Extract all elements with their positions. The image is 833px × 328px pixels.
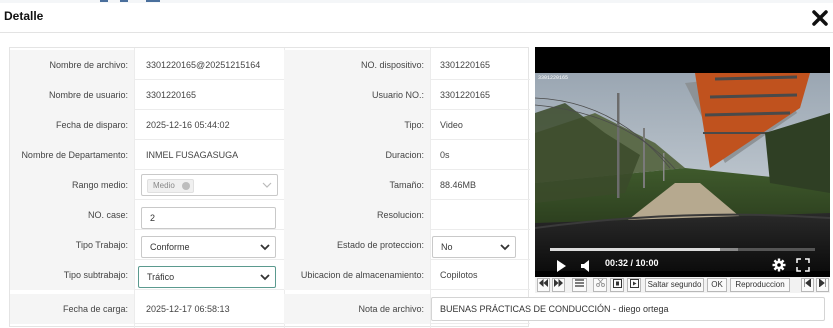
user-no-label: Usuario NO.:: [284, 80, 430, 110]
trigger-date-value: 2025-12-16 05:44:02: [146, 120, 230, 130]
fullscreen-icon[interactable]: [796, 258, 810, 277]
ok-button[interactable]: OK: [707, 278, 727, 292]
remove-tag-icon[interactable]: [181, 182, 190, 190]
list-icon[interactable]: [572, 278, 587, 292]
device-no-label: NO. dispositivo:: [284, 50, 430, 80]
chevron-down-icon: [262, 182, 272, 188]
file-name-label: Nombre de archivo:: [10, 50, 134, 80]
fast-forward-icon[interactable]: [552, 278, 565, 292]
frame-forward-icon[interactable]: [627, 278, 641, 292]
detail-form: Nombre de archivo: 3301220165@2025121516…: [9, 47, 530, 328]
case-no-input[interactable]: 2: [141, 207, 276, 229]
work-type-selected: Conforme: [150, 242, 190, 252]
medium-range-label: Rango medio:: [10, 170, 134, 200]
form-row: Tipo Trabajo: Conforme Estado de protecc…: [10, 230, 530, 260]
storage-location-value: Copilotos: [440, 270, 478, 280]
duration-label: Duracion:: [284, 140, 430, 170]
size-value: 88.46MB: [440, 180, 477, 190]
playback-button[interactable]: Reproduccion: [730, 278, 790, 292]
subwork-type-select[interactable]: Tráfico: [138, 266, 276, 288]
form-row: Fecha de disparo: 2025-12-16 05:44:02 Ti…: [10, 110, 530, 140]
department-label: Nombre de Departamento:: [10, 140, 134, 170]
type-label: Tipo:: [284, 110, 430, 140]
form-row: Nombre de archivo: 3301220165@2025121516…: [10, 50, 530, 80]
user-name-label: Nombre de usuario:: [10, 80, 134, 110]
chevron-down-icon: [260, 244, 270, 251]
user-name-value: 3301220165: [146, 90, 197, 100]
trigger-date-label: Fecha de disparo:: [10, 110, 134, 140]
rewind-icon[interactable]: [537, 278, 550, 292]
file-name-value: 3301220165@20251215164: [146, 60, 261, 70]
protection-status-select[interactable]: No: [432, 236, 516, 258]
user-no-value: 3301220165: [440, 90, 491, 100]
play-icon[interactable]: [556, 259, 566, 277]
close-icon[interactable]: [810, 8, 830, 28]
size-label: Tamaño:: [284, 170, 430, 200]
form-row: NO. case: 2 Resolucion:: [10, 200, 530, 230]
playback-toolbar: Saltar segundo OK Reproduccion: [535, 277, 830, 293]
dialog-title: Detalle: [4, 9, 44, 23]
form-row: Rango medio: Medio Tamaño: 88.46MB: [10, 170, 530, 200]
form-row: Nombre de Departamento: INMEL FUSAGASUGA…: [10, 140, 530, 170]
medium-range-tag: Medio: [147, 179, 194, 193]
video-overlay-text: 3301220165: [538, 75, 568, 81]
player-controls: 00:32 / 10:00: [535, 255, 830, 275]
settings-gear-icon[interactable]: [772, 258, 786, 277]
duration-value: 0s: [440, 150, 450, 160]
progress-buffer: [719, 248, 738, 251]
medium-range-select[interactable]: Medio: [141, 174, 278, 196]
form-row: Nombre de usuario: 3301220165 Usuario NO…: [10, 80, 530, 110]
type-value: Video: [440, 120, 463, 130]
file-note-label: Nota de archivo:: [284, 294, 430, 324]
storage-location-label: Ubicacion de almacenamiento:: [284, 260, 430, 290]
subwork-type-selected: Tráfico: [147, 272, 175, 282]
skip-end-icon[interactable]: [816, 278, 829, 292]
video-frame[interactable]: 3301220165: [535, 73, 830, 271]
frame-back-icon[interactable]: [610, 278, 624, 292]
medium-range-tag-label: Medio: [153, 181, 175, 190]
chevron-down-icon: [500, 244, 510, 251]
case-no-label: NO. case:: [10, 200, 134, 230]
upload-date-value: 2025-12-17 06:58:13: [146, 304, 230, 314]
time-display: 00:32 / 10:00: [605, 258, 659, 268]
subwork-type-label: Tipo subtrabajo:: [10, 260, 134, 290]
scissors-icon[interactable]: [593, 278, 607, 292]
file-note-input[interactable]: BUENAS PRÁCTICAS DE CONDUCCIÓN - diego o…: [431, 297, 825, 321]
dialog-header: Detalle: [0, 0, 833, 33]
upload-date-label: Fecha de carga:: [10, 294, 134, 324]
protection-status-selected: No: [441, 242, 453, 252]
work-type-select[interactable]: Conforme: [141, 236, 276, 258]
department-value: INMEL FUSAGASUGA: [146, 150, 239, 160]
progress-fill: [550, 248, 720, 251]
skip-start-icon[interactable]: [801, 278, 814, 292]
form-row: Tipo subtrabajo: Tráfico Ubicacion de al…: [10, 260, 530, 290]
chevron-down-icon: [260, 274, 270, 281]
volume-icon[interactable]: [581, 259, 591, 277]
skip-seconds-button[interactable]: Saltar segundo: [645, 278, 704, 292]
resolution-label: Resolucion:: [284, 200, 430, 230]
progress-bar[interactable]: [550, 248, 815, 251]
work-type-label: Tipo Trabajo:: [10, 230, 134, 260]
resolution-value: [440, 200, 528, 230]
device-no-value: 3301220165: [440, 60, 491, 70]
protection-status-label: Estado de proteccion:: [284, 230, 430, 260]
